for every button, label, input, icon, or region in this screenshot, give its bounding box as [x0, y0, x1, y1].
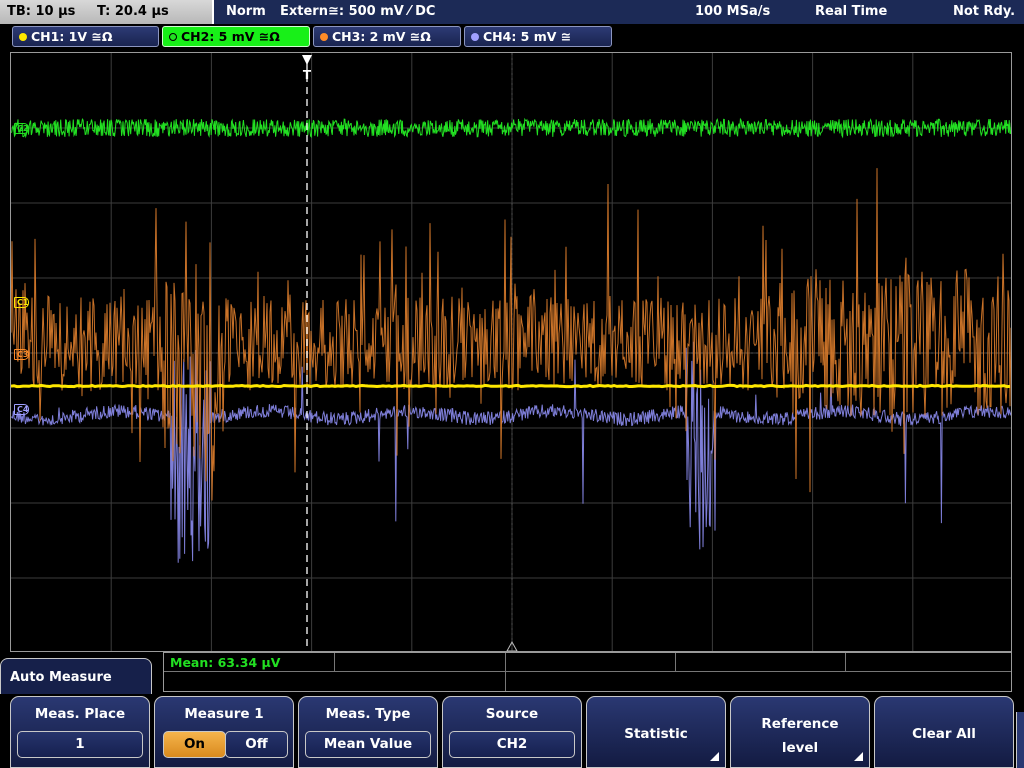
channel-1-button[interactable]: CH1: 1V ≅Ω — [12, 26, 159, 47]
menu-scroll-edge[interactable] — [1016, 712, 1024, 768]
clear-all-softkey[interactable]: Clear All — [874, 696, 1014, 768]
ch1-trace — [11, 383, 1011, 389]
statistic-softkey[interactable]: Statistic — [586, 696, 726, 768]
meas-place-value[interactable]: 1 — [17, 731, 143, 758]
softkey-bar: Meas. Place 1 Measure 1 On Off Meas. Typ… — [0, 694, 1024, 768]
ch3-offset-marker[interactable]: C3 — [14, 349, 30, 360]
ch2-offset-marker[interactable]: C2 — [14, 123, 30, 134]
result-row-divider — [164, 671, 1011, 672]
measure1-off-toggle[interactable]: Off — [225, 731, 288, 758]
menu-title: Auto Measure — [0, 658, 152, 698]
ch1-label: CH1: 1V ≅Ω — [31, 29, 113, 44]
ch4-color-dot — [471, 33, 479, 41]
meas-type-softkey[interactable]: Meas. Type Mean Value — [298, 696, 438, 768]
trigger-source[interactable]: Extern≅: 500 mV ⁄ DC — [280, 0, 435, 24]
channel-3-button[interactable]: CH3: 2 mV ≅Ω — [313, 26, 461, 47]
ch3-label: CH3: 2 mV ≅Ω — [332, 29, 431, 44]
measure1-title: Measure 1 — [184, 706, 264, 722]
submenu-arrow-icon — [710, 752, 719, 761]
source-softkey[interactable]: Source CH2 — [442, 696, 582, 768]
meas-type-title: Meas. Type — [325, 706, 411, 722]
timebase-box[interactable]: TB: 10 µs T: 20.4 µs — [0, 0, 214, 24]
measurement-results: Mean: 63.34 µV — [163, 652, 1012, 692]
ch2-color-dot — [169, 33, 177, 41]
source-value[interactable]: CH2 — [449, 731, 575, 758]
meas-type-value[interactable]: Mean Value — [305, 731, 431, 758]
ch4-offset-marker[interactable]: C4 — [14, 404, 30, 415]
statistic-label: Statistic — [624, 726, 688, 742]
reference-line1: Reference — [761, 716, 839, 732]
acquisition-mode: Real Time — [815, 4, 888, 19]
measure1-on-toggle[interactable]: On — [163, 731, 226, 758]
ch3-color-dot — [320, 33, 328, 41]
ch4-label: CH4: 5 mV ≅ — [483, 29, 572, 44]
result-divider — [334, 653, 335, 671]
channel-4-button[interactable]: CH4: 5 mV ≅ — [464, 26, 612, 47]
mean-result: Mean: 63.34 µV — [170, 655, 281, 670]
waveform-canvas[interactable]: T — [11, 53, 1012, 652]
ch2-label: CH2: 5 mV ≅Ω — [181, 29, 280, 44]
clear-all-label: Clear All — [912, 726, 976, 742]
reference-line2: level — [781, 740, 819, 756]
trigger-time-value: T: 20.4 µs — [97, 4, 169, 19]
trigger-mode[interactable]: Norm — [226, 0, 266, 24]
trigger-arrow-icon — [302, 55, 312, 65]
measure1-softkey[interactable]: Measure 1 On Off — [154, 696, 294, 768]
ch1-color-dot — [19, 33, 27, 41]
waveform-display[interactable]: T C2 C1 C3 C4 — [10, 52, 1012, 652]
ch1-offset-marker[interactable]: C1 — [14, 297, 30, 308]
result-divider — [845, 653, 846, 671]
result-divider — [505, 653, 506, 671]
reference-level-label: Reference level — [731, 712, 869, 760]
channel-bar: CH1: 1V ≅Ω CH2: 5 mV ≅Ω CH3: 2 mV ≅Ω CH4… — [0, 24, 1024, 50]
result-divider — [505, 671, 506, 691]
timebase-value: TB: 10 µs — [7, 4, 76, 19]
run-state: Not Rdy. — [953, 4, 1016, 19]
submenu-arrow-icon — [854, 752, 863, 761]
status-bar: TB: 10 µs T: 20.4 µs Norm Extern≅: 500 m… — [0, 0, 1024, 24]
meas-place-softkey[interactable]: Meas. Place 1 — [10, 696, 150, 768]
result-divider — [675, 653, 676, 671]
trigger-marker-label: T — [303, 68, 312, 82]
sample-rate: 100 MSa/s — [695, 4, 771, 19]
channel-2-button[interactable]: CH2: 5 mV ≅Ω — [162, 26, 310, 47]
source-title: Source — [485, 706, 539, 722]
reference-level-softkey[interactable]: Reference level — [730, 696, 870, 768]
meas-place-title: Meas. Place — [34, 706, 126, 722]
